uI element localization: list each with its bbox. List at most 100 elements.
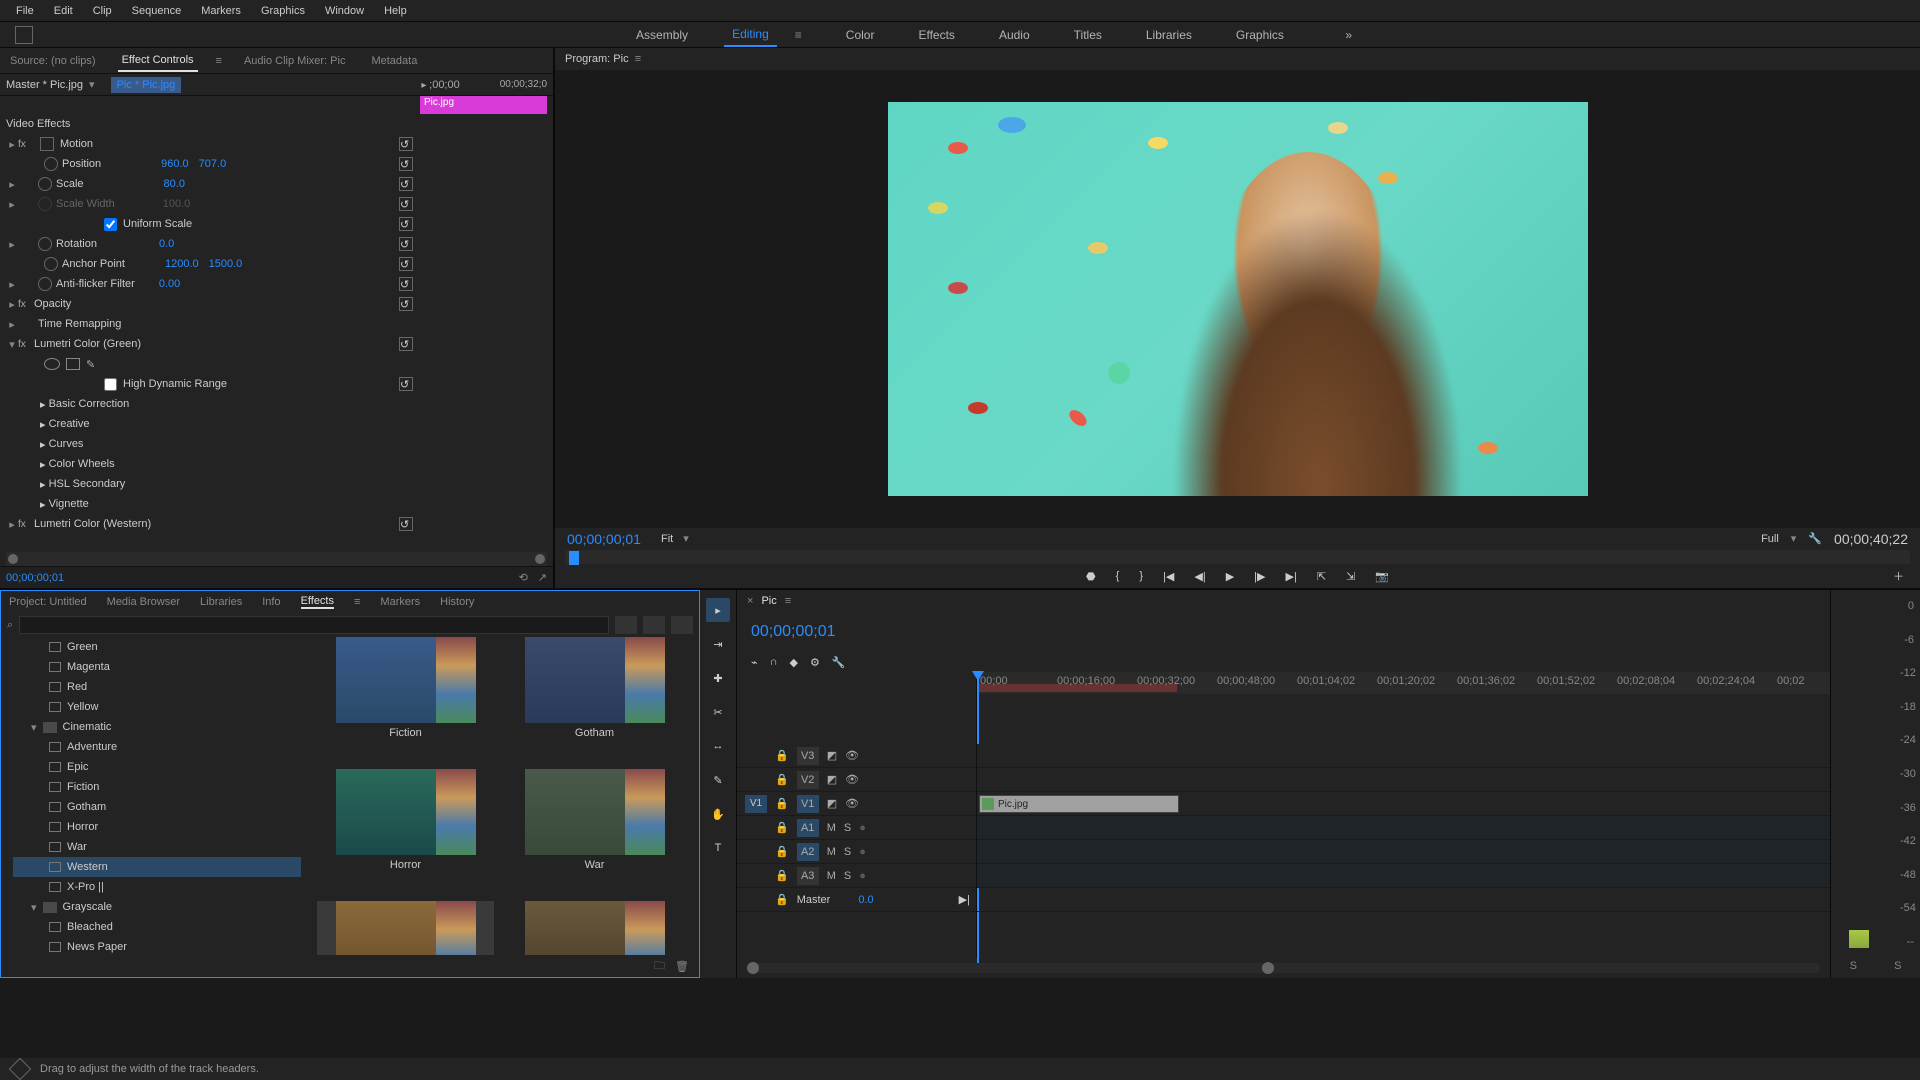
tab-source[interactable]: Source: (no clips) (6, 51, 100, 71)
preset-thumb-selected[interactable]: Western (317, 901, 494, 955)
track-target[interactable]: A1 (797, 819, 819, 837)
mask-ellipse-icon[interactable] (44, 358, 60, 370)
twirl-icon[interactable]: ▸ (40, 438, 46, 451)
anchor-y[interactable]: 1500.0 (209, 258, 243, 270)
ws-effects[interactable]: Effects (910, 24, 962, 46)
type-tool-icon[interactable]: T (706, 836, 730, 860)
lock-icon[interactable]: 🔒 (775, 893, 789, 906)
timeline-wrench-icon[interactable]: 🔧 (832, 656, 846, 669)
effects-search-input[interactable] (19, 616, 609, 634)
extract-icon[interactable]: ⇲ (1346, 570, 1355, 583)
keyframe-toggle[interactable] (44, 157, 58, 171)
preset-item[interactable]: News Paper (67, 941, 127, 953)
add-marker-icon[interactable]: ◆ (790, 656, 798, 669)
ws-editing[interactable]: Editing (724, 23, 777, 47)
voiceover-icon[interactable]: ● (859, 870, 866, 882)
lumetri-green-effect[interactable]: Lumetri Color (Green) (34, 338, 141, 350)
preset-item-selected[interactable]: Western (67, 861, 108, 873)
twirl-icon[interactable]: ▸ (40, 478, 46, 491)
menu-clip[interactable]: Clip (83, 3, 122, 19)
motion-effect[interactable]: Motion (60, 138, 93, 150)
mark-out-icon[interactable]: } (1139, 570, 1143, 582)
eye-icon[interactable]: 👁 (845, 797, 859, 810)
keyframe-toggle[interactable] (38, 177, 52, 191)
antiflicker-value[interactable]: 0.00 (159, 278, 180, 290)
track-a2[interactable] (977, 840, 1830, 864)
hand-tool-icon[interactable]: ✋ (706, 802, 730, 826)
timeline-tracks-area[interactable]: ;00;00 00;00;16;00 00;00;32;00 00;00;48;… (977, 672, 1830, 958)
reset-icon[interactable]: ↺ (399, 257, 413, 271)
eye-icon[interactable]: 👁 (845, 749, 859, 762)
menu-window[interactable]: Window (315, 3, 374, 19)
tab-metadata[interactable]: Metadata (367, 51, 421, 71)
mask-pen-icon[interactable]: ✎ (86, 358, 95, 371)
chevron-down-icon[interactable]: ▾ (1791, 532, 1797, 545)
tab-effect-controls-menu-icon[interactable]: ≡ (216, 55, 222, 67)
preset-item[interactable]: Green (67, 641, 98, 653)
zoom-fit-dropdown[interactable]: Fit (661, 533, 673, 545)
preset-item[interactable]: Red (67, 681, 87, 693)
ws-libraries[interactable]: Libraries (1138, 24, 1200, 46)
tab-media-browser[interactable]: Media Browser (107, 596, 180, 608)
reset-icon[interactable]: ↺ (399, 377, 413, 391)
preset-item[interactable]: War (67, 841, 87, 853)
lift-icon[interactable]: ⇱ (1317, 570, 1326, 583)
voiceover-icon[interactable]: ● (859, 846, 866, 858)
voiceover-icon[interactable]: ● (859, 822, 866, 834)
track-target[interactable]: A2 (797, 843, 819, 861)
hdr-checkbox[interactable] (104, 378, 117, 391)
lock-icon[interactable]: 🔒 (775, 845, 789, 858)
uniform-scale-checkbox[interactable] (104, 218, 117, 231)
reset-icon[interactable]: ↺ (399, 237, 413, 251)
trash-icon[interactable]: 🗑 (675, 960, 689, 973)
ec-sequence-clip[interactable]: Pic * Pic.jpg (111, 77, 182, 93)
keyframe-toggle[interactable] (38, 277, 52, 291)
twirl-icon[interactable]: ▸ (6, 318, 18, 331)
lumetri-colorwheels[interactable]: Color Wheels (49, 458, 115, 470)
preset-item[interactable]: Horror (67, 821, 98, 833)
preset-folder[interactable]: Cinematic (63, 721, 112, 733)
export-frame-icon[interactable]: 📷 (1375, 570, 1389, 583)
preset-item[interactable]: Magenta (67, 661, 110, 673)
fx-badge[interactable]: fx (18, 139, 34, 150)
twirl-icon[interactable]: ▸ (6, 198, 18, 211)
twirl-icon[interactable]: ▸ (6, 278, 18, 291)
lumetri-vignette[interactable]: Vignette (49, 498, 89, 510)
tab-menu-icon[interactable]: ≡ (785, 595, 791, 607)
twirl-icon[interactable]: ▾ (31, 721, 37, 734)
ec-timeline-clip[interactable]: Pic.jpg (420, 96, 547, 114)
lock-icon[interactable]: 🔒 (775, 869, 789, 882)
reset-icon[interactable]: ↺ (399, 217, 413, 231)
twirl-icon[interactable]: ▸ (40, 458, 46, 471)
preset-thumb[interactable]: Gotham (506, 637, 683, 757)
track-a1[interactable] (977, 816, 1830, 840)
lumetri-creative[interactable]: Creative (49, 418, 90, 430)
mask-rect-icon[interactable] (66, 358, 80, 370)
new-bin-icon[interactable]: 🗀 (654, 957, 665, 976)
ws-graphics[interactable]: Graphics (1228, 24, 1292, 46)
fx-badge-filter-icon[interactable] (671, 616, 693, 634)
ec-master-clip[interactable]: Master * Pic.jpg (6, 79, 83, 91)
track-select-tool-icon[interactable]: ⇥ (706, 632, 730, 656)
program-viewer[interactable] (555, 70, 1920, 528)
reset-icon[interactable]: ↺ (399, 517, 413, 531)
lumetri-curves[interactable]: Curves (49, 438, 84, 450)
tab-info[interactable]: Info (262, 596, 280, 608)
ec-zoom-handle[interactable] (8, 554, 18, 564)
solo-right[interactable]: S (1894, 960, 1901, 972)
twirl-icon[interactable]: ▾ (6, 338, 18, 351)
play-icon[interactable]: ▶ (1226, 570, 1234, 583)
reset-icon[interactable]: ↺ (399, 137, 413, 151)
ws-color[interactable]: Color (838, 24, 883, 46)
slip-tool-icon[interactable]: ↔ (706, 734, 730, 758)
position-y[interactable]: 707.0 (199, 158, 227, 170)
ws-titles[interactable]: Titles (1066, 24, 1110, 46)
track-target[interactable]: A3 (797, 867, 819, 885)
track-v1[interactable]: Pic.jpg (977, 792, 1830, 816)
preset-thumb[interactable]: Fiction (317, 637, 494, 757)
program-timecode[interactable]: 00;00;00;01 (567, 531, 641, 547)
pen-tool-icon[interactable]: ✎ (706, 768, 730, 792)
tab-project[interactable]: Project: Untitled (9, 596, 87, 608)
menu-file[interactable]: File (6, 3, 44, 19)
opacity-effect[interactable]: Opacity (34, 298, 71, 310)
